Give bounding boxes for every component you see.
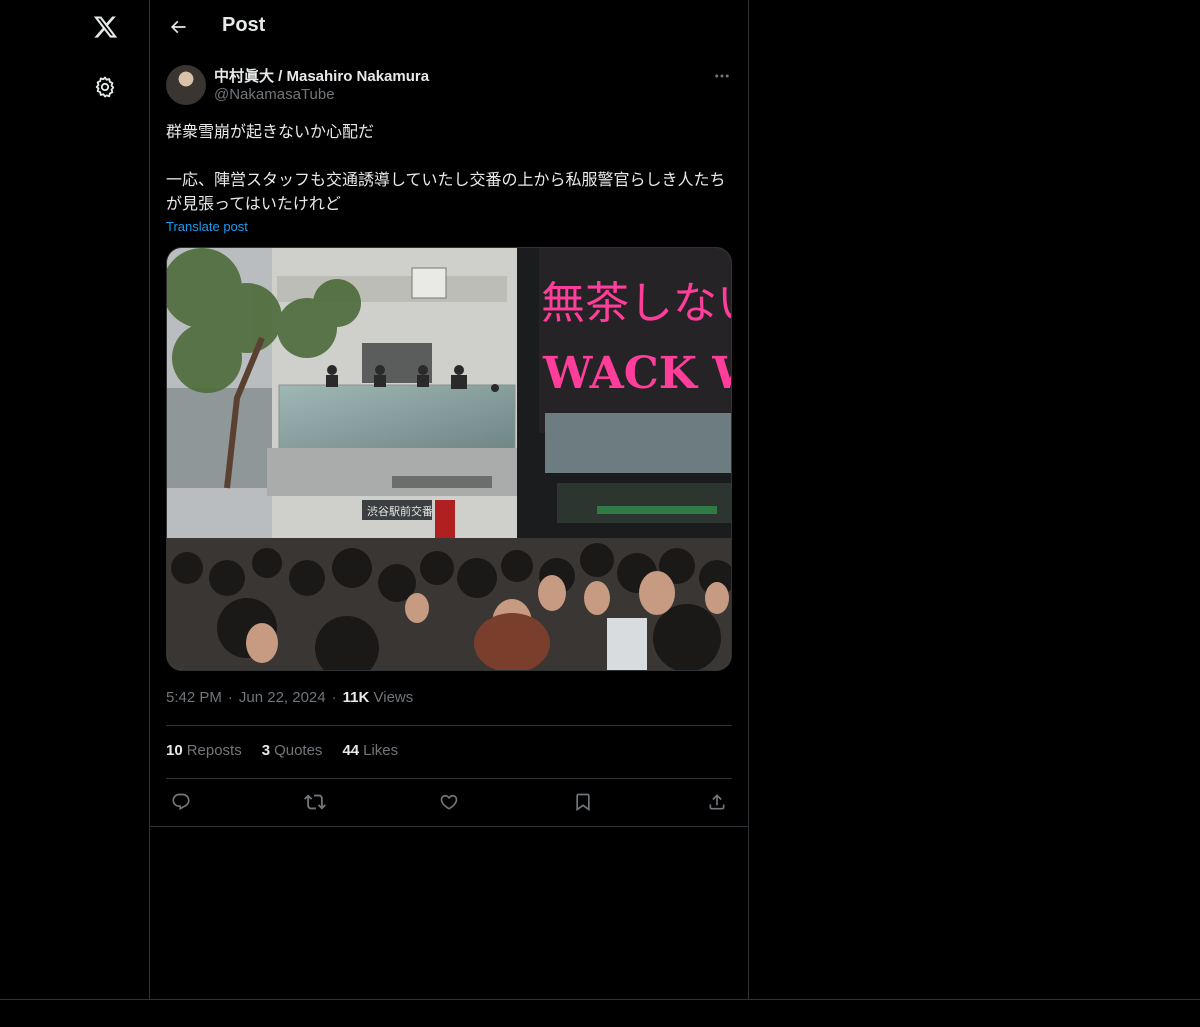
- divider: [166, 725, 732, 726]
- main-column: Post 中村眞大 / Masahiro Nakamura @NakamasaT…: [149, 0, 749, 1000]
- post-text-line-2: 一応、陣営スタッフも交通誘導していたし交番の上から私服警官らしき人たちが見張って…: [166, 170, 726, 213]
- share-button[interactable]: [703, 788, 731, 816]
- x-logo-icon[interactable]: [89, 11, 121, 43]
- divider: [166, 778, 732, 779]
- post-time[interactable]: 5:42 PM: [166, 689, 222, 706]
- post-text-line-1: 群衆雪崩が起きないか心配だ: [166, 122, 375, 141]
- post-image[interactable]: 無茶しないと WACK WACK 渋谷駅前交番: [166, 247, 732, 671]
- reply-button[interactable]: [167, 788, 195, 816]
- views-label: Views: [373, 689, 414, 706]
- page-header: Post: [150, 0, 748, 54]
- share-icon: [709, 794, 725, 810]
- engagement-stats: 10 Reposts 3 Quotes 44 Likes: [166, 742, 398, 759]
- divider: [150, 826, 748, 827]
- repost-button[interactable]: [301, 788, 329, 816]
- quotes-count: 3: [261, 742, 271, 759]
- post-text: 群衆雪崩が起きないか心配だ 一応、陣営スタッフも交通誘導していたし交番の上から私…: [166, 120, 732, 216]
- billboard-text-2: WACK WACK: [542, 348, 732, 399]
- heart-icon: [440, 794, 458, 810]
- back-button[interactable]: [162, 11, 194, 43]
- author-name[interactable]: 中村眞大 / Masahiro Nakamura: [214, 65, 429, 86]
- author-handle[interactable]: @NakamasaTube: [214, 86, 335, 103]
- bookmark-icon: [576, 793, 590, 812]
- translate-post-link[interactable]: Translate post: [166, 219, 248, 234]
- reposts-label: Reposts: [186, 742, 242, 759]
- quotes-label: Quotes: [274, 742, 323, 759]
- likes-stat[interactable]: 44 Likes: [342, 742, 398, 759]
- action-bar: [166, 788, 732, 816]
- post-meta: 5:42 PM · Jun 22, 2024 · 11K Views: [166, 689, 414, 706]
- billboard-text-1: 無茶しないと: [541, 278, 732, 329]
- repost-icon: [304, 794, 326, 810]
- likes-count: 44: [342, 742, 360, 759]
- reply-icon: [172, 793, 190, 811]
- sidebar: [0, 0, 150, 1000]
- likes-label: Likes: [363, 742, 399, 759]
- police-box-sign: 渋谷駅前交番: [367, 504, 433, 518]
- post-date[interactable]: Jun 22, 2024: [239, 689, 326, 706]
- arrow-left-icon: [170, 20, 186, 34]
- more-horizontal-icon: [715, 74, 729, 78]
- more-options-button[interactable]: [710, 64, 734, 88]
- reposts-stat[interactable]: 10 Reposts: [166, 742, 242, 759]
- views-count: 11K: [342, 689, 370, 706]
- divider: [0, 999, 1200, 1000]
- page-title: Post: [222, 14, 266, 36]
- gear-icon[interactable]: [89, 71, 121, 103]
- reposts-count: 10: [166, 742, 183, 759]
- quotes-stat[interactable]: 3 Quotes: [262, 742, 323, 759]
- bookmark-button[interactable]: [569, 788, 597, 816]
- like-button[interactable]: [435, 788, 463, 816]
- avatar[interactable]: [166, 65, 206, 105]
